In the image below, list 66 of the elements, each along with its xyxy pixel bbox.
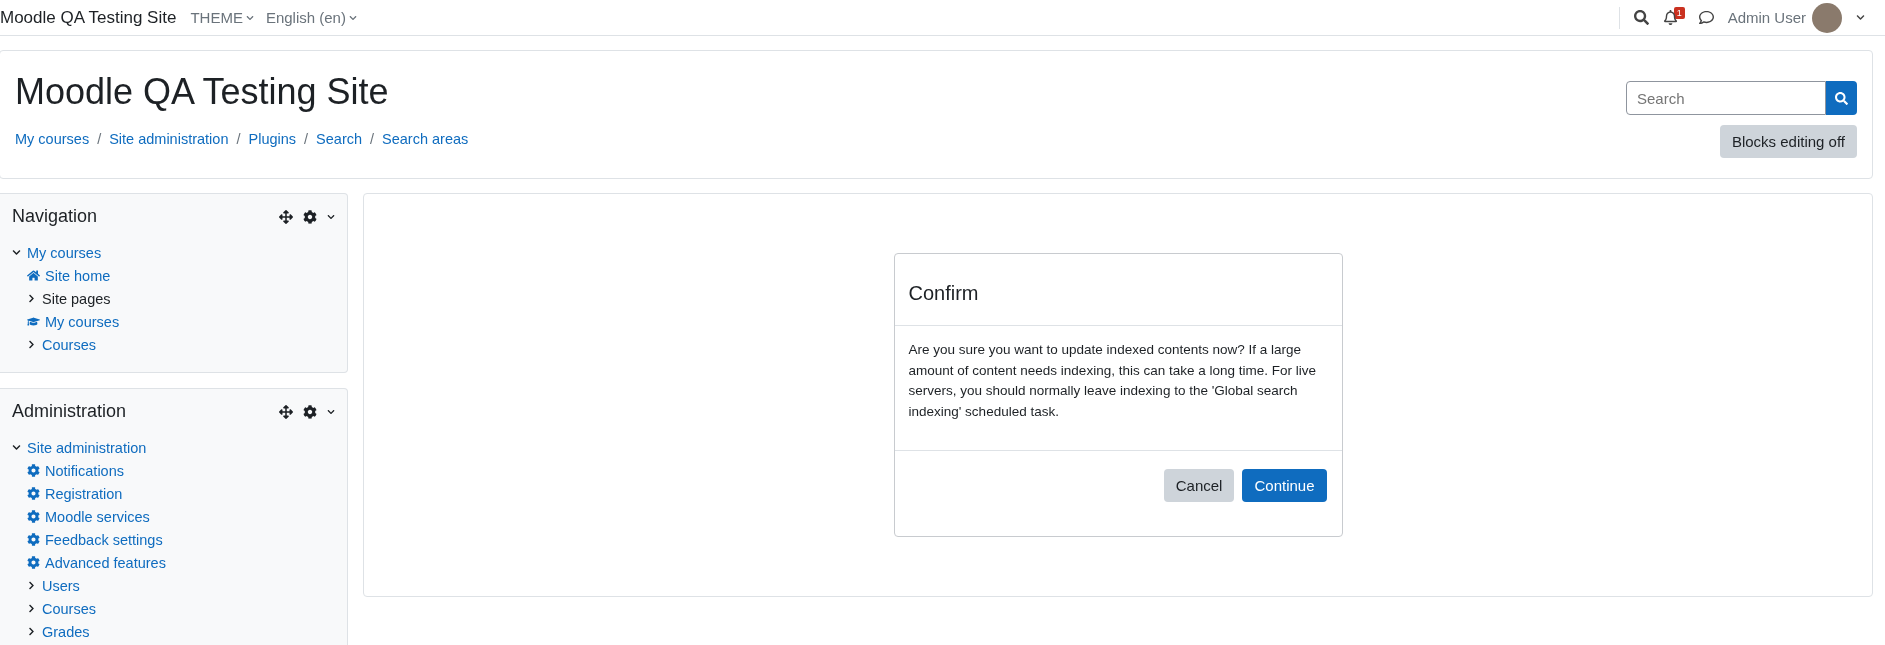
gear-icon: [27, 533, 40, 546]
breadcrumb-separator: /: [236, 131, 241, 147]
dropdown-menu[interactable]: THEME: [190, 9, 254, 26]
search-field[interactable]: Search: [1626, 81, 1826, 115]
nav-link[interactable]: Site home: [45, 267, 111, 284]
dropdown-menu[interactable]: English (en): [265, 9, 357, 26]
bell-icon[interactable]: [1662, 10, 1678, 25]
nav-link[interactable]: Courses: [42, 600, 96, 617]
nav-link[interactable]: Moodle services: [45, 508, 150, 525]
caret-icon[interactable]: [327, 407, 335, 416]
search-icon: [1835, 91, 1848, 105]
breadcrumb-link[interactable]: Search: [316, 131, 363, 147]
chevron-right-icon[interactable]: [27, 581, 37, 590]
breadcrumb-link[interactable]: My courses: [15, 131, 90, 147]
gear-icon: [27, 464, 40, 477]
chevron-right-icon[interactable]: [27, 294, 37, 303]
chevron-right-icon[interactable]: [27, 627, 37, 636]
chat-bubble-icon[interactable]: [1698, 10, 1714, 25]
user-name[interactable]: Admin User: [1727, 9, 1806, 26]
breadcrumb-separator: /: [97, 131, 102, 147]
notification-count: 1: [1673, 7, 1685, 19]
move-icon[interactable]: [279, 209, 293, 224]
nav-link[interactable]: My courses: [27, 244, 102, 261]
cancel-button[interactable]: Cancel: [1163, 469, 1235, 502]
nav-link[interactable]: Grades: [42, 623, 90, 640]
nav-link[interactable]: My courses: [45, 313, 120, 330]
caret-icon: [245, 13, 254, 22]
breadcrumb-link[interactable]: Search areas: [382, 131, 469, 147]
block-title: Navigation: [12, 206, 98, 227]
chevron-down-icon[interactable]: [12, 443, 22, 452]
search-button[interactable]: [1826, 81, 1857, 115]
breadcrumb-link[interactable]: Site administration: [109, 131, 229, 147]
chevron-right-icon[interactable]: [27, 340, 37, 349]
breadcrumb-link[interactable]: Plugins: [248, 131, 297, 147]
gear-icon[interactable]: [303, 404, 317, 419]
gear-icon[interactable]: [303, 209, 317, 224]
graduation-cap-icon: [27, 315, 40, 328]
nav-label: Site pages: [42, 290, 111, 307]
block-title: Administration: [12, 401, 127, 422]
page-title: Moodle QA Testing Site: [15, 71, 390, 113]
nav-link[interactable]: Advanced features: [45, 554, 166, 571]
site-name[interactable]: Moodle QA Testing Site: [0, 7, 177, 28]
nav-link[interactable]: Feedback settings: [45, 531, 163, 548]
gear-icon: [27, 510, 40, 523]
dialog-message: Are you sure you want to update indexed contents now? If a large amount of content needs indexing, this can take a long time. For live servers, you should normally leave indexing to the 'Global search indexing' scheduled task.: [894, 326, 1342, 451]
search-icon[interactable]: [1633, 10, 1649, 25]
continue-button[interactable]: Continue: [1242, 469, 1327, 502]
move-icon[interactable]: [279, 404, 293, 419]
breadcrumb-separator: /: [304, 131, 309, 147]
chevron-down-icon[interactable]: [12, 248, 22, 257]
nav-link[interactable]: Registration: [45, 485, 123, 502]
avatar[interactable]: [1812, 2, 1842, 33]
breadcrumb-separator: /: [370, 131, 375, 147]
nav-link[interactable]: Courses: [42, 336, 96, 353]
nav-link[interactable]: Users: [42, 577, 80, 594]
house-icon: [27, 269, 40, 282]
dialog-title: Confirm: [908, 282, 980, 305]
blocks-editing-button[interactable]: Blocks editing off: [1719, 125, 1857, 158]
caret-icon: [348, 13, 357, 22]
caret-icon[interactable]: [327, 212, 335, 221]
nav-link[interactable]: Site administration: [27, 439, 147, 456]
nav-link[interactable]: Notifications: [45, 462, 124, 479]
chevron-right-icon[interactable]: [27, 604, 37, 613]
caret-icon[interactable]: [1856, 13, 1865, 22]
gear-icon: [27, 487, 40, 500]
gear-icon: [27, 556, 40, 569]
